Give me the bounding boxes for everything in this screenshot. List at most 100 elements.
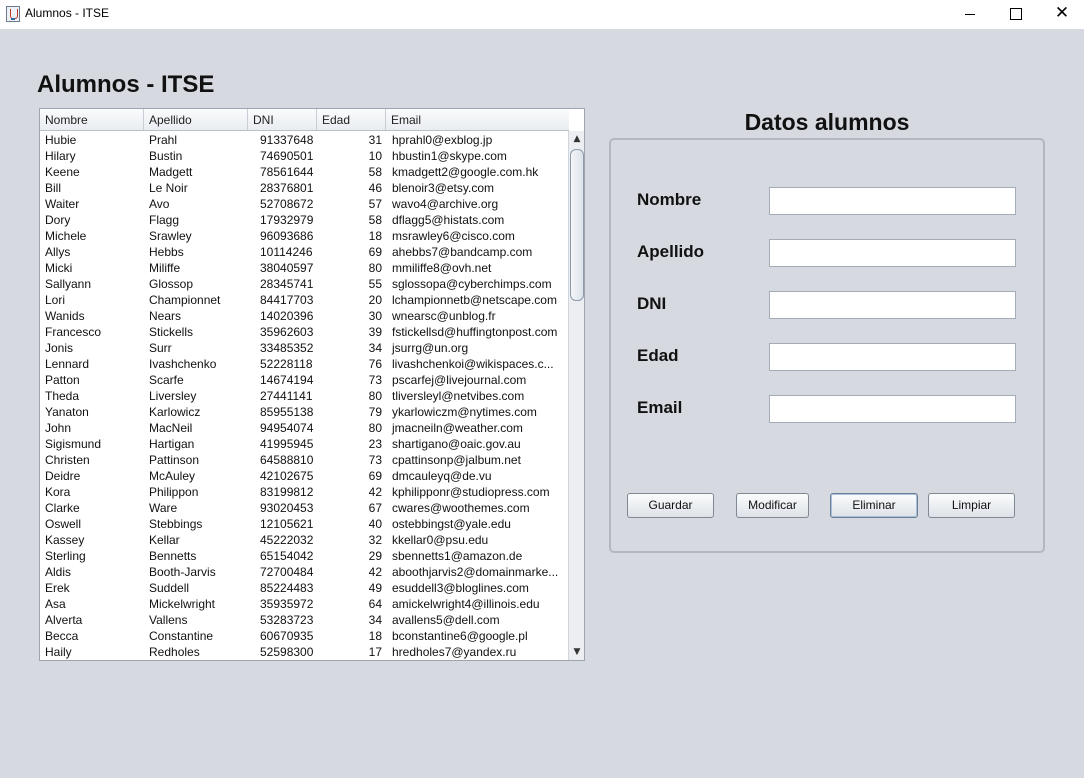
cell-edad: 49	[368, 581, 382, 595]
cell-email: fstickellsd@huffingtonpost.com	[392, 325, 558, 339]
table-row[interactable]: Kora Philippon 83199812 42 kphilipponr@studi…	[40, 484, 569, 500]
apellido-field[interactable]	[769, 239, 1016, 267]
column-header-dni[interactable]: DNI	[248, 109, 317, 130]
cell-apellido: Srawley	[149, 229, 192, 243]
cell-nombre: Kassey	[45, 533, 85, 547]
cell-apellido: Kellar	[149, 533, 180, 547]
scrollbar-thumb[interactable]	[570, 149, 584, 301]
table-header: Nombre Apellido DNI Edad Email	[40, 109, 569, 131]
cell-email: bconstantine6@google.pl	[392, 629, 528, 643]
column-header-edad[interactable]: Edad	[317, 109, 386, 130]
close-button[interactable]: ✕	[1039, 0, 1084, 29]
column-header-email[interactable]: Email	[386, 109, 569, 130]
cell-dni: 10114246	[260, 245, 313, 259]
cell-edad: 31	[368, 133, 382, 147]
column-header-apellido[interactable]: Apellido	[144, 109, 248, 130]
cell-email: lchampionnetb@netscape.com	[392, 293, 557, 307]
cell-nombre: Allys	[45, 245, 71, 259]
table-row[interactable]: Erek Suddell 85224483 49 esuddell3@bloglines…	[40, 580, 569, 596]
cell-nombre: Waiter	[45, 197, 80, 211]
guardar-button[interactable]: Guardar	[627, 493, 714, 518]
cell-apellido: Avo	[149, 197, 170, 211]
table-row[interactable]: Bill Le Noir 28376801 46 blenoir3@etsy.com	[40, 180, 569, 196]
table-row[interactable]: Hilary Bustin 74690501 10 hbustin1@skype.com	[40, 148, 569, 164]
cell-email: ostebbingst@yale.edu	[392, 517, 511, 531]
cell-apellido: Ware	[149, 501, 178, 515]
cell-nombre: Kora	[45, 485, 71, 499]
cell-email: shartigano@oaic.gov.au	[392, 437, 521, 451]
table-row[interactable]: Clarke Ware 93020453 67 cwares@woothemes.com	[40, 500, 569, 516]
cell-email: msrawley6@cisco.com	[392, 229, 515, 243]
cell-nombre: Theda	[45, 389, 80, 403]
table-row[interactable]: Micki Miliffe 38040597 80 mmiliffe8@ovh.net	[40, 260, 569, 276]
cell-nombre: Keene	[45, 165, 80, 179]
cell-edad: 69	[368, 245, 382, 259]
cell-edad: 34	[368, 341, 382, 355]
table-row[interactable]: Deidre McAuley 42102675 69 dmcauleyq@de.vu	[40, 468, 569, 484]
cell-apellido: Flagg	[149, 213, 180, 227]
table-row[interactable]: John MacNeil 94954074 80 jmacneiln@weather.c…	[40, 420, 569, 436]
cell-nombre: Hilary	[45, 149, 76, 163]
cell-edad: 69	[368, 469, 382, 483]
cell-edad: 55	[368, 277, 382, 291]
students-table[interactable]: Nombre Apellido DNI Edad Email Hubie Prah…	[39, 108, 585, 661]
table-row[interactable]: Sigismund Hartigan 41995945 23 shartigano@oa…	[40, 436, 569, 452]
column-header-nombre[interactable]: Nombre	[40, 109, 144, 130]
table-row[interactable]: Sterling Bennetts 65154042 29 sbennetts1@ama…	[40, 548, 569, 564]
table-row[interactable]: Allys Hebbs 10114246 69 ahebbs7@bandcamp.com	[40, 244, 569, 260]
eliminar-button[interactable]: Eliminar	[830, 493, 918, 518]
table-row[interactable]: Dory Flagg 17932979 58 dflagg5@histats.com	[40, 212, 569, 228]
table-row[interactable]: Lennard Ivashchenko 52228118 76 livashchenko…	[40, 356, 569, 372]
table-row[interactable]: Aldis Booth-Jarvis 72700484 42 aboothjarvis2…	[40, 564, 569, 580]
cell-edad: 79	[368, 405, 382, 419]
cell-apellido: Ivashchenko	[149, 357, 217, 371]
table-row[interactable]: Michele Srawley 96093686 18 msrawley6@cisco.…	[40, 228, 569, 244]
cell-email: kphilipponr@studiopress.com	[392, 485, 550, 499]
modificar-button[interactable]: Modificar	[736, 493, 809, 518]
table-row[interactable]: Theda Liversley 27441141 80 tliversleyl@netv…	[40, 388, 569, 404]
vertical-scrollbar[interactable]: ▲ ▼	[568, 131, 584, 660]
table-row[interactable]: Francesco Stickells 35962603 39 fstickellsd@…	[40, 324, 569, 340]
table-row[interactable]: Keene Madgett 78561644 58 kmadgett2@google.c…	[40, 164, 569, 180]
cell-apellido: Redholes	[149, 645, 200, 659]
table-row[interactable]: Lori Championnet 84417703 20 lchampionnetb@n…	[40, 292, 569, 308]
maximize-button[interactable]	[993, 0, 1039, 29]
table-row[interactable]: Christen Pattinson 64588810 73 cpattinsonp@j…	[40, 452, 569, 468]
cell-nombre: Michele	[45, 229, 87, 243]
edad-field[interactable]	[769, 343, 1016, 371]
cell-nombre: John	[45, 421, 72, 435]
cell-nombre: Deidre	[45, 469, 81, 483]
cell-edad: 46	[368, 181, 382, 195]
cell-nombre: Sigismund	[45, 437, 102, 451]
dni-field[interactable]	[769, 291, 1016, 319]
cell-email: amickelwright4@illinois.edu	[392, 597, 540, 611]
table-row[interactable]: Wanids Nears 14020396 30 wnearsc@unblog.fr	[40, 308, 569, 324]
cell-nombre: Patton	[45, 373, 80, 387]
cell-apellido: MacNeil	[149, 421, 193, 435]
table-row[interactable]: Waiter Avo 52708672 57 wavo4@archive.org	[40, 196, 569, 212]
table-row[interactable]: Kassey Kellar 45222032 32 kkellar0@psu.edu	[40, 532, 569, 548]
table-row[interactable]: Yanaton Karlowicz 85955138 79 ykarlowiczm@ny…	[40, 404, 569, 420]
table-row[interactable]: Jonis Surr 33485352 34 jsurrg@un.org	[40, 340, 569, 356]
nombre-field[interactable]	[769, 187, 1016, 215]
table-row[interactable]: Patton Scarfe 14674194 73 pscarfej@livejourn…	[40, 372, 569, 388]
cell-email: ykarlowiczm@nytimes.com	[392, 405, 537, 419]
minimize-button[interactable]	[947, 0, 993, 29]
table-row[interactable]: Alverta Vallens 53283723 34 avallens5@dell.c…	[40, 612, 569, 628]
email-field[interactable]	[769, 395, 1016, 423]
table-row[interactable]: Asa Mickelwright 35935972 64 amickelwright4@…	[40, 596, 569, 612]
cell-apellido: Le Noir	[149, 181, 188, 195]
table-row[interactable]: Becca Constantine 60670935 18 bconstantine6@…	[40, 628, 569, 644]
scroll-up-icon[interactable]: ▲	[571, 132, 583, 146]
table-row[interactable]: Haily Redholes 52598300 17 hredholes7@yandex…	[40, 644, 569, 660]
cell-email: livashchenkoi@wikispaces.c...	[392, 357, 554, 371]
table-row[interactable]: Hubie Prahl 91337648 31 hprahl0@exblog.jp	[40, 132, 569, 148]
table-row[interactable]: Oswell Stebbings 12105621 40 ostebbingst@yal…	[40, 516, 569, 532]
limpiar-button[interactable]: Limpiar	[928, 493, 1015, 518]
cell-edad: 34	[368, 613, 382, 627]
table-row[interactable]: Sallyann Glossop 28345741 55 sglossopa@cyber…	[40, 276, 569, 292]
cell-edad: 40	[368, 517, 382, 531]
cell-apellido: McAuley	[149, 469, 196, 483]
cell-email: cpattinsonp@jalbum.net	[392, 453, 521, 467]
scroll-down-icon[interactable]: ▼	[571, 645, 583, 659]
